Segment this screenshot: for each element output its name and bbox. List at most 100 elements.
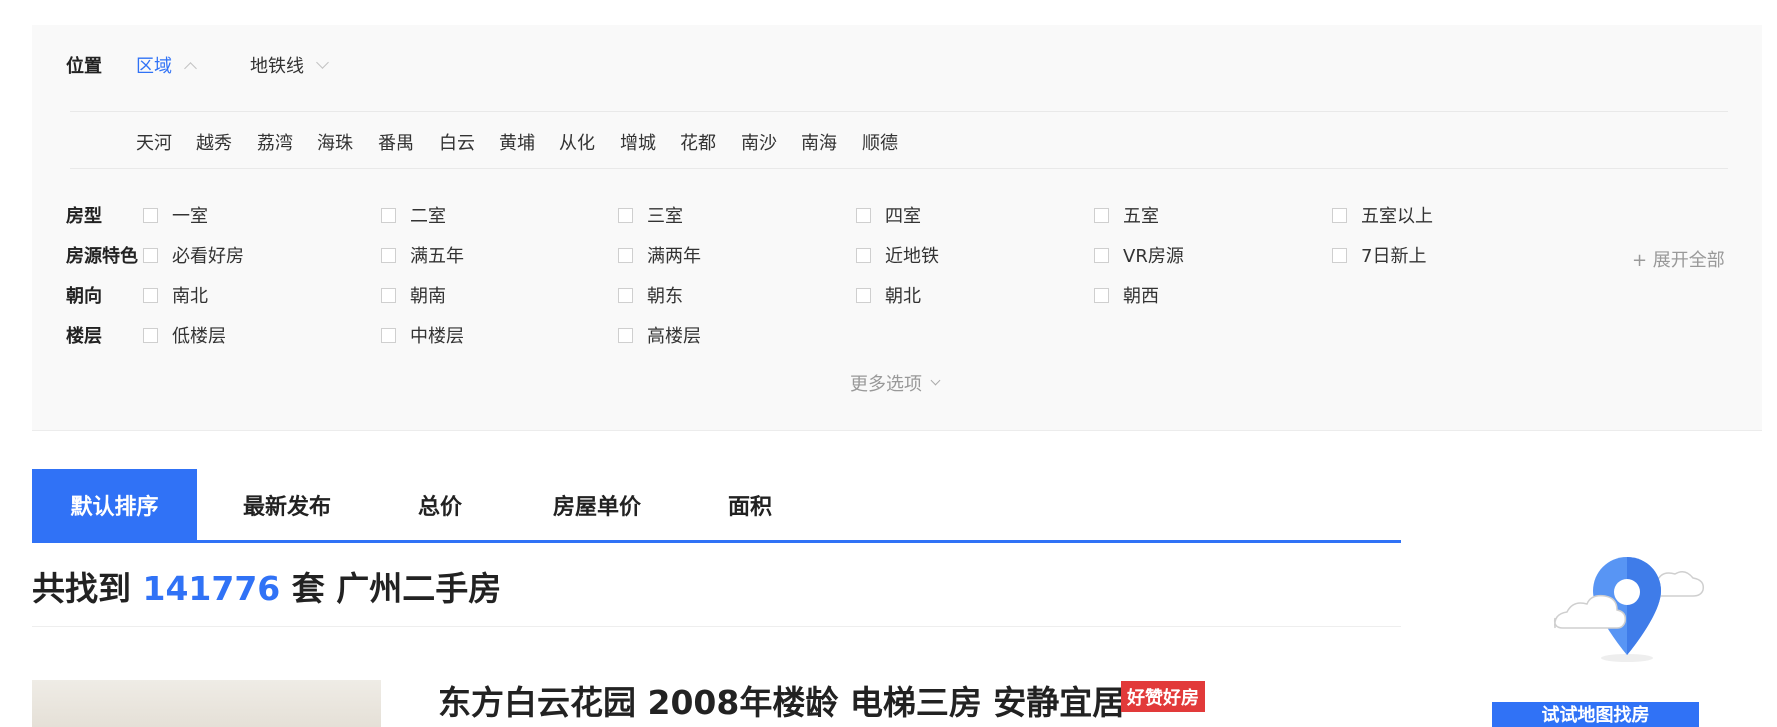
- sort-tab-area[interactable]: 面积: [700, 469, 800, 540]
- divider: [70, 111, 1728, 112]
- feature-option[interactable]: 7日新上: [1332, 242, 1426, 268]
- layout-option[interactable]: 一室: [143, 202, 208, 228]
- floor-label: 楼层: [66, 326, 102, 347]
- orientation-option[interactable]: 朝南: [381, 282, 446, 308]
- layout-option[interactable]: 五室以上: [1332, 202, 1433, 228]
- district-conghua[interactable]: 从化: [559, 129, 595, 155]
- checkbox[interactable]: [381, 287, 396, 303]
- checkbox[interactable]: [1094, 247, 1109, 263]
- sort-tab-newest[interactable]: 最新发布: [212, 469, 362, 540]
- checkbox[interactable]: [618, 247, 633, 263]
- checkbox[interactable]: [1094, 207, 1109, 223]
- checkbox[interactable]: [143, 327, 158, 343]
- feature-option[interactable]: 近地铁: [856, 242, 939, 268]
- district-huadu[interactable]: 花都: [680, 129, 716, 155]
- orientation-option[interactable]: 朝东: [618, 282, 683, 308]
- layout-option[interactable]: 四室: [856, 202, 921, 228]
- divider: [70, 168, 1728, 169]
- listing-badge: 好赞好房: [1121, 681, 1205, 712]
- divider: [32, 626, 1401, 627]
- option-label: 五室: [1123, 206, 1159, 227]
- layout-option[interactable]: 五室: [1094, 202, 1159, 228]
- option-label: 五室以上: [1361, 206, 1433, 227]
- orientation-option[interactable]: 朝北: [856, 282, 921, 308]
- feature-option[interactable]: VR房源: [1094, 242, 1184, 268]
- option-label: 中楼层: [410, 326, 464, 347]
- district-haizhu[interactable]: 海珠: [317, 129, 353, 155]
- tab-district[interactable]: 区域: [136, 52, 197, 78]
- result-count: 共找到 141776 套 广州二手房: [32, 562, 501, 610]
- district-yuexiu[interactable]: 越秀: [196, 129, 232, 155]
- option-label: 满两年: [647, 246, 701, 267]
- layout-option[interactable]: 三室: [618, 202, 683, 228]
- checkbox[interactable]: [618, 327, 633, 343]
- option-label: 高楼层: [647, 326, 701, 347]
- option-label: 三室: [647, 206, 683, 227]
- option-label: 二室: [410, 206, 446, 227]
- option-label: 低楼层: [172, 326, 226, 347]
- district-zengcheng[interactable]: 增城: [620, 129, 656, 155]
- layout-label: 房型: [66, 206, 102, 227]
- checkbox[interactable]: [618, 207, 633, 223]
- sort-tab-total-price[interactable]: 总价: [390, 469, 490, 540]
- district-nanhai[interactable]: 南海: [801, 129, 837, 155]
- option-label: 朝东: [647, 286, 683, 307]
- chevron-down-icon: [316, 56, 329, 69]
- district-tianhe[interactable]: 天河: [136, 129, 172, 155]
- location-label: 位置: [66, 56, 102, 77]
- feature-option[interactable]: 必看好房: [143, 242, 244, 268]
- feature-option[interactable]: 满五年: [381, 242, 464, 268]
- result-prefix: 共找到: [32, 569, 131, 608]
- expand-all-link[interactable]: + 展开全部: [1632, 246, 1725, 272]
- floor-option[interactable]: 中楼层: [381, 322, 464, 348]
- checkbox[interactable]: [143, 287, 158, 303]
- sort-tab-unit-price[interactable]: 房屋单价: [522, 469, 672, 540]
- floor-option[interactable]: 高楼层: [618, 322, 701, 348]
- more-options-label: 更多选项: [850, 374, 922, 395]
- option-label: 朝北: [885, 286, 921, 307]
- checkbox[interactable]: [143, 207, 158, 223]
- map-search-button[interactable]: 试试地图找房: [1492, 702, 1699, 727]
- orientation-label: 朝向: [66, 286, 102, 307]
- checkbox[interactable]: [618, 287, 633, 303]
- checkbox[interactable]: [1332, 247, 1347, 263]
- option-label: 朝南: [410, 286, 446, 307]
- option-label: 一室: [172, 206, 208, 227]
- district-shunde[interactable]: 顺德: [862, 129, 898, 155]
- district-nansha[interactable]: 南沙: [741, 129, 777, 155]
- checkbox[interactable]: [1094, 287, 1109, 303]
- listing-thumbnail[interactable]: [32, 680, 381, 727]
- checkbox[interactable]: [381, 207, 396, 223]
- floor-option[interactable]: 低楼层: [143, 322, 226, 348]
- tab-metro-line-label: 地铁线: [250, 56, 304, 77]
- option-label: 7日新上: [1361, 246, 1427, 267]
- filter-panel: 位置 区域 地铁线 天河 越秀 荔湾 海珠 番禺 白云 黄埔 从化 增城 花都 …: [32, 25, 1762, 431]
- option-label: VR房源: [1123, 246, 1184, 267]
- more-options-toggle[interactable]: 更多选项: [850, 370, 941, 396]
- option-label: 满五年: [410, 246, 464, 267]
- option-label: 南北: [172, 286, 208, 307]
- option-label: 四室: [885, 206, 921, 227]
- district-baiyun[interactable]: 白云: [439, 129, 475, 155]
- checkbox[interactable]: [381, 247, 396, 263]
- chevron-up-icon: [184, 61, 197, 75]
- checkbox[interactable]: [143, 247, 158, 263]
- checkbox[interactable]: [1332, 207, 1347, 223]
- district-panyu[interactable]: 番禺: [378, 129, 414, 155]
- checkbox[interactable]: [856, 207, 871, 223]
- district-liwan[interactable]: 荔湾: [257, 129, 293, 155]
- map-pin-icon: [1553, 557, 1705, 662]
- checkbox[interactable]: [381, 327, 396, 343]
- district-huangpu[interactable]: 黄埔: [499, 129, 535, 155]
- sort-tab-default[interactable]: 默认排序: [32, 469, 197, 540]
- checkbox[interactable]: [856, 247, 871, 263]
- tab-metro-line[interactable]: 地铁线: [250, 52, 329, 78]
- result-suffix: 套 广州二手房: [291, 569, 502, 608]
- orientation-option[interactable]: 朝西: [1094, 282, 1159, 308]
- layout-option[interactable]: 二室: [381, 202, 446, 228]
- orientation-option[interactable]: 南北: [143, 282, 208, 308]
- feature-option[interactable]: 满两年: [618, 242, 701, 268]
- checkbox[interactable]: [856, 287, 871, 303]
- option-label: 近地铁: [885, 246, 939, 267]
- listing-title[interactable]: 东方白云花园 2008年楼龄 电梯三房 安静宜居: [438, 676, 1125, 724]
